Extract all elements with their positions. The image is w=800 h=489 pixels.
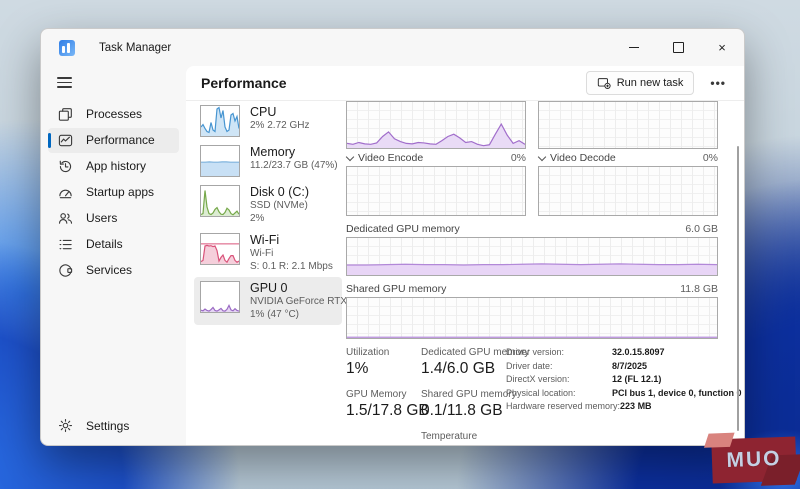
sidebar-item-label: Performance xyxy=(86,133,155,147)
sidebar-item-label: Settings xyxy=(86,418,130,433)
utilization-label: Utilization xyxy=(346,347,390,358)
temperature-value: 47 °C xyxy=(421,444,506,445)
video-encode-selector[interactable]: Video Encode 0% xyxy=(345,152,526,164)
cpu-mini-chart xyxy=(200,105,240,137)
sidebar-item-label: App history xyxy=(86,159,147,173)
driver-info: Driver version: 32.0.15.8097 Driver date… xyxy=(506,347,742,445)
disk-mini-chart xyxy=(200,185,240,217)
close-button[interactable]: × xyxy=(700,29,744,66)
maximize-icon xyxy=(672,42,684,53)
maximize-button[interactable] xyxy=(656,29,700,66)
sidebar-item-performance[interactable]: Performance xyxy=(48,127,179,153)
dedicated-memory-max: 6.0 GB xyxy=(685,223,718,235)
gpu-memory-label: GPU Memory xyxy=(346,389,407,400)
sidebar-item-processes[interactable]: Processes xyxy=(48,102,179,127)
sidebar-item-label: Details xyxy=(86,237,123,251)
chevron-down-icon xyxy=(345,152,355,162)
gpu-mini-chart xyxy=(200,281,240,313)
shared-memory-max: 11.8 GB xyxy=(680,283,718,295)
shared-usage-label: Shared GPU memory xyxy=(421,389,517,400)
minimize-button[interactable] xyxy=(612,29,656,66)
gpu-stats: Utilization 1% GPU Memory 1.5/17.8 GB De… xyxy=(346,347,742,445)
sidebar: Processes Performance App history Startu… xyxy=(41,66,186,445)
video-decode-selector[interactable]: Video Decode 0% xyxy=(537,152,718,164)
driver-info-row: DirectX version: 12 (FL 12.1) xyxy=(506,374,662,384)
muo-watermark: MUO xyxy=(703,432,797,484)
more-options-button[interactable]: ••• xyxy=(702,72,734,94)
sidebar-item-startup-apps[interactable]: Startup apps xyxy=(48,180,179,205)
dedicated-usage-value: 1.4/6.0 GB xyxy=(421,360,496,377)
driver-info-row: Driver version: 32.0.15.8097 xyxy=(506,347,665,357)
sidebar-item-label: Users xyxy=(86,211,118,225)
content-panel: Performance Run new task ••• CPU 2% 2.72… xyxy=(186,66,744,445)
dedicated-gpu-memory-chart xyxy=(346,237,718,276)
utilization-value: 1% xyxy=(346,360,369,377)
run-new-task-icon xyxy=(597,78,611,89)
task-manager-window: Task Manager × Processes Performance App… xyxy=(40,28,745,446)
perf-item-disk[interactable]: Disk 0 (C:) SSD (NVMe) 2% xyxy=(194,181,342,229)
gpu-memory-value: 1.5/17.8 GB xyxy=(346,402,429,419)
performance-sidebar-list: CPU 2% 2.72 GHz Memory 11.2/23.7 GB (47%… xyxy=(194,101,355,325)
muo-watermark-fold xyxy=(703,432,735,448)
video-encode-value: 0% xyxy=(510,152,526,164)
details-icon xyxy=(58,237,73,252)
sidebar-item-users[interactable]: Users xyxy=(48,206,179,231)
close-icon: × xyxy=(718,40,726,55)
perf-item-wifi[interactable]: Wi-Fi Wi-Fi S: 0.1 R: 2.1 Mbps xyxy=(194,229,342,277)
gear-icon xyxy=(58,418,73,433)
minimize-icon xyxy=(629,47,639,48)
memory-mini-chart xyxy=(200,145,240,177)
gpu-engine-chart-idle xyxy=(538,101,718,149)
titlebar[interactable]: Task Manager × xyxy=(41,29,744,66)
services-icon xyxy=(58,263,73,278)
app-history-icon xyxy=(58,159,73,174)
dedicated-usage-label: Dedicated GPU memory xyxy=(421,347,530,358)
sidebar-item-label: Services xyxy=(86,263,133,277)
perf-item-cpu[interactable]: CPU 2% 2.72 GHz xyxy=(194,101,342,141)
performance-icon xyxy=(58,133,73,148)
sidebar-item-label: Startup apps xyxy=(86,185,155,199)
perf-item-memory[interactable]: Memory 11.2/23.7 GB (47%) xyxy=(194,141,342,181)
window-title: Task Manager xyxy=(99,41,172,54)
sidebar-item-details[interactable]: Details xyxy=(48,232,179,257)
hamburger-menu-button[interactable] xyxy=(57,74,73,91)
processes-icon xyxy=(58,107,73,122)
startup-apps-icon xyxy=(58,185,73,200)
driver-info-row: Hardware reserved memory: 223 MB xyxy=(506,401,652,411)
shared-gpu-memory-chart xyxy=(346,297,718,339)
dedicated-memory-label: Dedicated GPU memory xyxy=(346,223,460,235)
driver-info-row: Driver date: 8/7/2025 xyxy=(506,360,648,371)
temperature-label: Temperature xyxy=(421,431,478,442)
shared-usage-value: 0.1/11.8 GB xyxy=(421,402,503,419)
video-decode-value: 0% xyxy=(702,152,718,164)
driver-info-row: Physical location: PCI bus 1, device 0, … xyxy=(506,387,742,398)
sidebar-item-settings[interactable]: Settings xyxy=(48,413,179,438)
task-manager-app-icon xyxy=(59,39,75,56)
gpu-engine-chart-active xyxy=(346,101,526,149)
sidebar-item-services[interactable]: Services xyxy=(48,258,179,283)
sidebar-item-label: Processes xyxy=(86,107,143,121)
run-new-task-button[interactable]: Run new task xyxy=(585,71,695,95)
vertical-scrollbar[interactable] xyxy=(737,146,739,431)
sidebar-item-app-history[interactable]: App history xyxy=(48,154,179,179)
shared-memory-label: Shared GPU memory xyxy=(346,283,447,295)
page-title: Performance xyxy=(201,75,287,91)
chevron-down-icon xyxy=(537,152,547,162)
perf-item-gpu[interactable]: GPU 0 NVIDIA GeForce RTX... 1% (47 °C) xyxy=(194,277,355,325)
video-encode-chart xyxy=(346,166,526,216)
wifi-mini-chart xyxy=(200,233,240,265)
gpu-detail-pane: Video Encode 0% Video Decode 0% Dedicate… xyxy=(345,101,742,445)
users-icon xyxy=(58,211,73,226)
video-decode-chart xyxy=(538,166,718,216)
